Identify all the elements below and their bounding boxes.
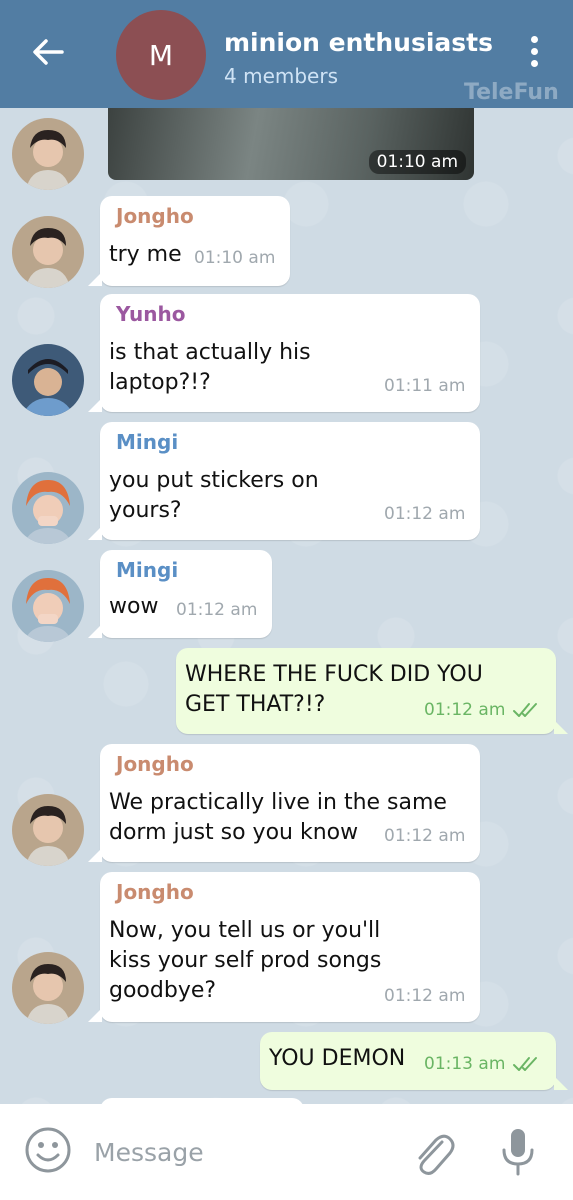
message-bubble[interactable]: Jongho We practically live in the same d… bbox=[88, 744, 480, 862]
message-text: try me bbox=[109, 242, 182, 267]
message-text: laptop?!? bbox=[109, 370, 211, 395]
sender-name: Yunho bbox=[116, 302, 186, 326]
message-time: 01:12 am bbox=[176, 600, 258, 620]
watermark: TeleFun bbox=[464, 80, 559, 105]
message-bubble-outgoing[interactable]: WHERE THE FUCK DID YOU GET THAT?!? 01:12… bbox=[176, 648, 568, 734]
message-text: yours? bbox=[109, 498, 182, 523]
message-time: 01:10 am bbox=[194, 248, 276, 268]
microphone-icon[interactable] bbox=[498, 1126, 538, 1178]
avatar-mingi[interactable] bbox=[12, 570, 84, 642]
message-time: 01:12 am bbox=[384, 504, 466, 524]
message-text: YOU DEMON bbox=[269, 1046, 406, 1071]
sender-name: Mingi bbox=[116, 558, 179, 582]
sender-name: Jongho bbox=[116, 880, 194, 904]
avatar-yunho[interactable] bbox=[12, 344, 84, 416]
avatar-jongho[interactable] bbox=[12, 216, 84, 288]
message-text: Now, you tell us or you'll bbox=[109, 918, 381, 943]
photo-message[interactable]: 01:10 am bbox=[108, 108, 474, 180]
avatar-jongho[interactable] bbox=[12, 794, 84, 866]
message-text: you put stickers on bbox=[109, 468, 319, 493]
message-text: We practically live in the same bbox=[109, 790, 447, 815]
avatar-mingi[interactable] bbox=[12, 472, 84, 544]
message-bubble[interactable]: Mingi you put stickers on yours? 01:12 a… bbox=[88, 422, 480, 540]
message-bubble[interactable]: Mingi wow 01:12 am bbox=[88, 550, 272, 638]
message-text: goodbye? bbox=[109, 978, 217, 1003]
message-time: 01:12 am bbox=[384, 826, 466, 846]
message-text: is that actually his bbox=[109, 340, 311, 365]
message-list[interactable]: 01:10 am Jongho try me 01:10 am Yunho is… bbox=[0, 108, 573, 1104]
avatar-jongho[interactable] bbox=[12, 952, 84, 1024]
message-time: 01:12 am bbox=[424, 700, 506, 720]
message-text: wow bbox=[109, 594, 159, 619]
message-bubble-outgoing[interactable]: YOU DEMON 01:13 am bbox=[260, 1032, 568, 1090]
message-text: GET THAT?!? bbox=[185, 692, 326, 717]
message-time: 01:13 am bbox=[424, 1054, 506, 1074]
message-input[interactable] bbox=[94, 1134, 384, 1170]
group-avatar[interactable]: M bbox=[116, 10, 206, 100]
more-vertical-icon[interactable] bbox=[524, 36, 544, 76]
group-avatar-letter: M bbox=[148, 38, 174, 72]
sender-name: Jongho bbox=[116, 752, 194, 776]
sender-name: Mingi bbox=[116, 430, 179, 454]
message-time: 01:10 am bbox=[368, 150, 466, 174]
smile-icon[interactable] bbox=[24, 1126, 72, 1174]
message-composer bbox=[0, 1104, 573, 1200]
message-bubble[interactable]: Jongho try me 01:10 am bbox=[88, 196, 290, 286]
avatar-jongho[interactable] bbox=[12, 118, 84, 190]
message-bubble[interactable]: Yunho is that actually his laptop?!? 01:… bbox=[88, 294, 480, 412]
arrow-left-icon[interactable] bbox=[28, 32, 68, 72]
message-time: 01:11 am bbox=[384, 376, 466, 396]
double-check-icon bbox=[513, 1057, 537, 1071]
message-bubble[interactable]: Jongho Now, you tell us or you'll kiss y… bbox=[88, 872, 480, 1022]
message-text: WHERE THE FUCK DID YOU bbox=[185, 662, 483, 687]
message-text: dorm just so you know bbox=[109, 820, 359, 845]
double-check-icon bbox=[513, 703, 537, 717]
member-count: 4 members bbox=[224, 64, 338, 88]
sender-name: Jongho bbox=[116, 204, 194, 228]
message-text: kiss your self prod songs bbox=[109, 948, 382, 973]
message-time: 01:12 am bbox=[384, 986, 466, 1006]
chat-header: M minion enthusiasts 4 members TeleFun bbox=[0, 0, 573, 108]
chat-title[interactable]: minion enthusiasts bbox=[224, 28, 493, 57]
paperclip-icon[interactable] bbox=[410, 1128, 456, 1176]
